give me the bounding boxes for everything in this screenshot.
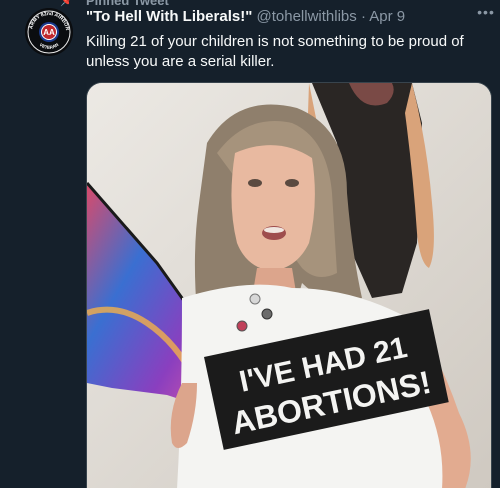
separator-dot: · — [360, 8, 366, 25]
photo-image: I'VE HAD 21 ABORTIONS! — [87, 83, 491, 488]
tweet-header: "To Hell With Liberals!" @tohellwithlibs… — [86, 8, 405, 25]
avatar-badge-icon: US ARMY 82nd AIRBORNE VETERAN AA — [25, 8, 73, 56]
avatar-badge-text: AA — [43, 28, 55, 37]
tweet-photo[interactable]: I'VE HAD 21 ABORTIONS! — [86, 82, 492, 488]
author-handle[interactable]: @tohellwithlibs — [257, 8, 357, 25]
pinned-label: Pinned Tweet — [86, 0, 169, 8]
avatar[interactable]: US ARMY 82nd AIRBORNE VETERAN AA — [25, 8, 73, 56]
tweet-text: Killing 21 of your children is not somet… — [86, 33, 464, 70]
more-icon[interactable]: ••• — [474, 4, 498, 24]
tweet[interactable]: 📌 Pinned Tweet US ARMY 82nd AIRBORNE VET… — [0, 0, 500, 488]
author-name[interactable]: "To Hell With Liberals!" — [86, 8, 252, 25]
tweet-date[interactable]: Apr 9 — [369, 8, 405, 25]
pin-icon: 📌 — [60, 0, 74, 7]
